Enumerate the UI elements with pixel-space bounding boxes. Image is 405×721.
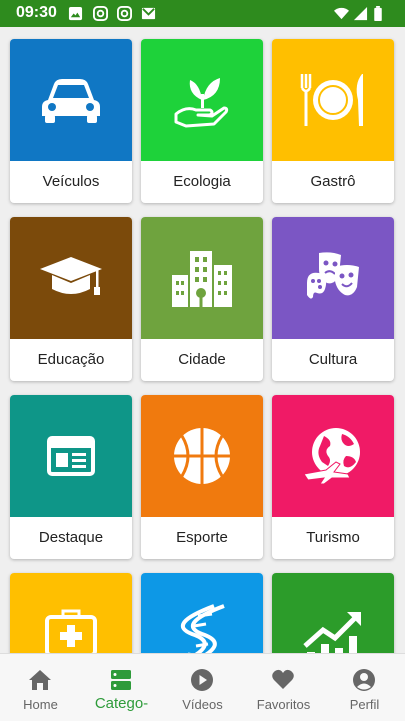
newspaper-icon — [47, 436, 95, 476]
category-tile — [141, 395, 263, 517]
category-card-turismo[interactable]: Turismo — [272, 395, 394, 559]
image-notification-icon — [68, 6, 83, 21]
category-label: Turismo — [306, 529, 360, 546]
status-time: 09:30 — [16, 4, 57, 21]
category-label: Ecologia — [173, 173, 231, 190]
category-label: Veículos — [42, 173, 100, 190]
category-card[interactable] — [272, 573, 394, 653]
nav-label: Home — [23, 697, 58, 712]
category-grid: Veículos Ecologia Gastrô Educação Cidade… — [0, 27, 405, 653]
wifi-icon — [334, 7, 349, 20]
category-tile — [141, 573, 263, 653]
medical-kit-icon — [45, 609, 97, 653]
category-tile — [141, 217, 263, 339]
plant-hand-icon — [174, 78, 229, 128]
status-bar: 09:30 — [0, 0, 405, 27]
nav-label: Favoritos — [256, 697, 311, 712]
theater-masks-icon — [307, 252, 359, 299]
graduation-cap-icon — [40, 257, 102, 295]
category-tile — [10, 395, 132, 517]
signal-icon — [353, 6, 368, 21]
category-card-veiculos[interactable]: Veículos — [10, 39, 132, 203]
category-tile — [141, 39, 263, 161]
plate-cutlery-icon — [300, 74, 363, 126]
nav-profile[interactable]: Perfil — [324, 654, 405, 721]
nav-label: Perfil — [349, 697, 380, 712]
category-label: Gastrô — [310, 173, 356, 190]
category-card-destaque[interactable]: Destaque — [10, 395, 132, 559]
category-label: Destaque — [38, 529, 104, 546]
nav-home[interactable]: Home — [0, 654, 81, 721]
city-buildings-icon — [172, 251, 232, 307]
category-card[interactable] — [10, 573, 132, 653]
heart-icon — [272, 669, 294, 689]
category-tile — [10, 39, 132, 161]
category-card-cultura[interactable]: Cultura — [272, 217, 394, 381]
category-label: Cidade — [178, 351, 226, 368]
category-tile — [272, 395, 394, 517]
play-icon — [191, 669, 213, 691]
dna-icon — [180, 604, 225, 653]
categories-icon — [111, 670, 131, 690]
category-card-educacao[interactable]: Educação — [10, 217, 132, 381]
basketball-icon — [174, 428, 230, 484]
category-card-gastro[interactable]: Gastrô — [272, 39, 394, 203]
car-icon — [42, 79, 100, 123]
category-tile — [10, 573, 132, 653]
category-card-ecologia[interactable]: Ecologia — [141, 39, 263, 203]
nav-favorites[interactable]: Favoritos — [243, 654, 324, 721]
nav-label: Catego- — [94, 695, 149, 712]
nav-label: Vídeos — [182, 697, 223, 712]
instagram-icon — [93, 6, 108, 21]
category-tile — [272, 217, 394, 339]
category-card-cidade[interactable]: Cidade — [141, 217, 263, 381]
instagram-icon — [117, 6, 132, 21]
category-label: Educação — [37, 351, 105, 368]
chart-up-icon — [303, 612, 361, 653]
battery-icon — [374, 6, 382, 21]
category-card-esporte[interactable]: Esporte — [141, 395, 263, 559]
category-tile — [272, 39, 394, 161]
globe-plane-icon — [303, 428, 360, 485]
category-label: Esporte — [176, 529, 228, 546]
category-tile — [10, 217, 132, 339]
profile-icon — [353, 669, 375, 691]
category-label: Cultura — [308, 351, 358, 368]
category-tile — [272, 573, 394, 653]
bottom-navigation: Home Catego- Vídeos Favoritos Perfil — [0, 653, 405, 721]
gmail-icon — [141, 7, 156, 20]
category-card[interactable] — [141, 573, 263, 653]
nav-categories[interactable]: Catego- — [81, 654, 162, 721]
home-icon — [29, 670, 51, 690]
nav-videos[interactable]: Vídeos — [162, 654, 243, 721]
